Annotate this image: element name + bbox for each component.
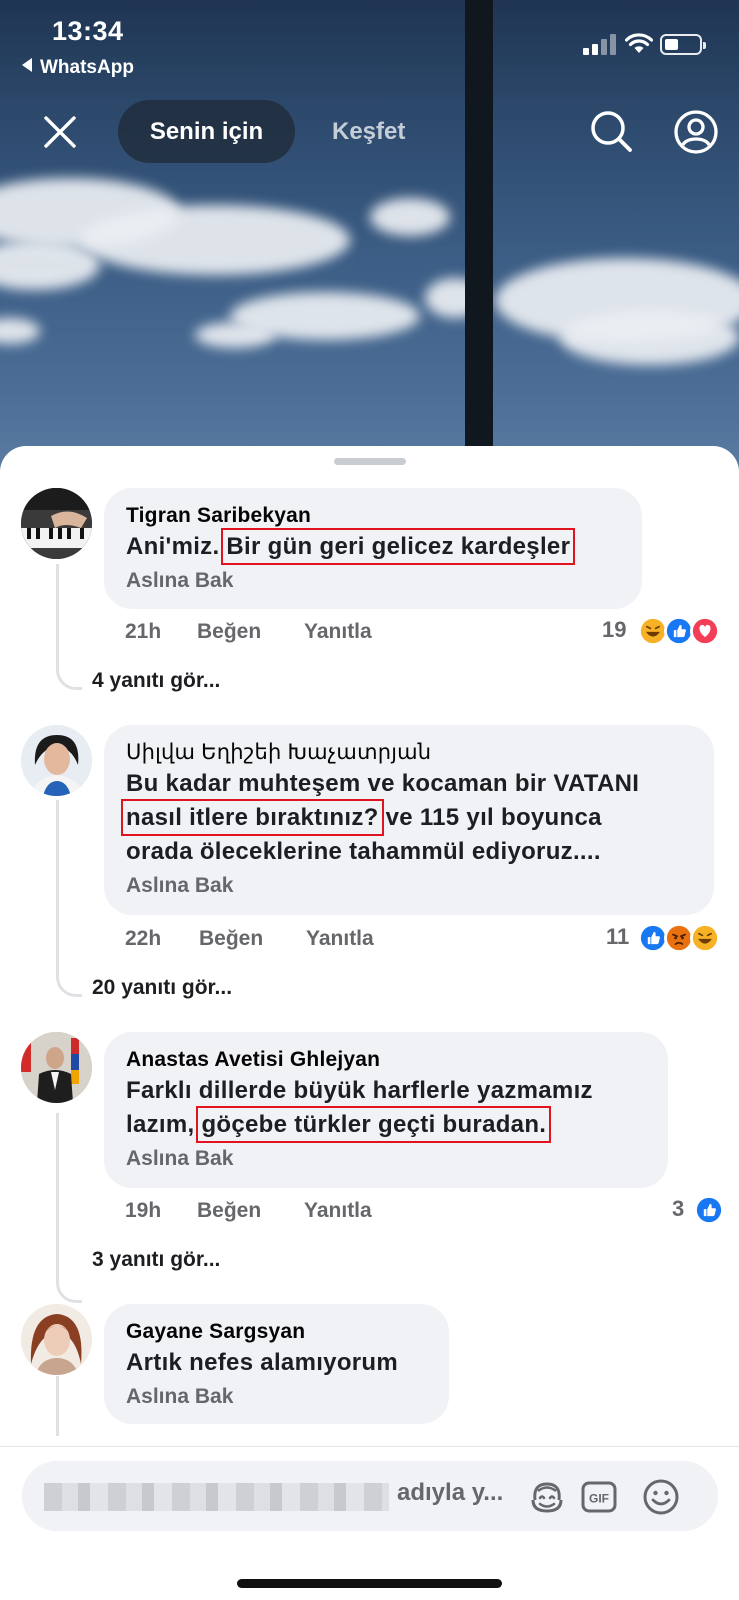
comment-time: 22h [125,927,162,950]
avatar[interactable] [21,1304,92,1375]
highlighted-text: göçebe türkler geçti buradan. [196,1106,552,1143]
blurred-placeholder [44,1483,389,1511]
thread-line [56,800,59,977]
home-indicator[interactable] [237,1579,502,1588]
cloud-shape [560,310,739,365]
comment-author[interactable]: Anastas Avetisi Ghlejyan [126,1046,648,1074]
back-triangle-icon [22,58,32,72]
see-original-link[interactable]: Aslına Bak [126,1382,429,1412]
thread-line [56,1113,59,1283]
comment-text-line: orada öleceklerine tahammül ediyoruz.... [126,838,601,865]
comment-text-plain: Ani'miz. [126,533,227,560]
emoji-icon[interactable] [642,1478,680,1516]
comment-input[interactable]: adıyla y... GIF [22,1461,718,1531]
comment-text-line: nasıl itlere bıraktınız? ve 115 yıl boyu… [121,799,694,836]
see-original-link[interactable]: Aslına Bak [126,1144,648,1174]
avatar-man-photo [21,1032,92,1103]
comment-time: 21h [125,620,162,643]
comment-actions: 22h Beğen Yanıtla [125,927,475,957]
comment-author[interactable]: Gayane Sargsyan [126,1318,429,1346]
reaction-count: 19 [602,617,627,642]
comment-bubble: Սիլվա Եղիշեի Խաչատրյան Bu kadar muhteşem… [104,725,714,915]
wifi-icon [625,33,653,53]
cloud-shape [370,198,450,236]
drag-handle[interactable] [334,458,406,465]
reaction-count: 3 [672,1196,685,1221]
comment-text-line: lazım, göçebe türkler geçti buradan. [126,1106,648,1143]
avatar[interactable] [21,725,92,796]
status-bar: 13:34 WhatsApp [0,0,739,90]
comment-text-line: Farklı dillerde büyük harflerle yazmamız [126,1077,593,1104]
comment-text-line: Bu kadar muhteşem ve kocaman bir VATANI [126,770,640,797]
battery-icon [660,34,706,55]
comment-author[interactable]: Tigran Saribekyan [126,502,622,530]
thread-curve [56,973,82,997]
avatar-woman-photo [21,725,92,796]
comment-actions: 19h Beğen Yanıtla [125,1199,475,1229]
like-button[interactable]: Beğen [199,927,263,951]
reaction-summary[interactable]: 3 [672,1195,732,1227]
comment-actions: 21h Beğen Yanıtla [125,620,475,650]
avatar-woman-photo [21,1304,92,1375]
reply-button[interactable]: Yanıtla [304,620,372,644]
thread-line [56,564,59,670]
thread-curve [56,666,82,690]
cloud-shape [195,322,275,348]
profile-icon[interactable] [672,108,720,156]
avatar[interactable] [21,488,92,559]
tab-for-you[interactable]: Senin için [118,100,295,163]
comment-composer: adıyla y... GIF [0,1446,739,1600]
avatar[interactable] [21,1032,92,1103]
avatar-sticker-icon[interactable] [528,1478,566,1516]
thread-line [56,1376,59,1436]
comment-text: Ani'miz. Bir gün geri gelicez kardeşler [126,528,622,565]
close-icon[interactable] [40,112,80,152]
like-reaction-icon [694,1195,724,1225]
status-time: 13:34 [52,16,124,46]
input-placeholder: adıyla y... [397,1479,504,1506]
see-original-link[interactable]: Aslına Bak [126,566,622,596]
comment-author[interactable]: Սիլվա Եղիշեի Խաչատրյան [126,739,694,767]
love-reaction-icon [690,616,720,646]
signal-icon [583,33,616,55]
back-to-app-link[interactable]: WhatsApp [22,57,134,79]
view-replies-link[interactable]: 20 yanıtı gör... [92,976,232,1000]
tab-explore[interactable]: Keşfet [332,100,405,163]
gif-icon[interactable]: GIF [580,1478,618,1516]
cloud-shape [0,318,40,344]
comment-text-plain: lazım, [126,1111,202,1138]
reaction-count: 11 [606,924,630,949]
comment-bubble: Tigran Saribekyan Ani'miz. Bir gün geri … [104,488,642,609]
view-replies-link[interactable]: 3 yanıtı gör... [92,1248,220,1272]
like-button[interactable]: Beğen [197,620,261,644]
comment-text-plain: ve 115 yıl boyunca [378,804,602,831]
svg-text:GIF: GIF [589,1492,609,1506]
reaction-summary[interactable]: 11 [606,923,726,955]
comment-bubble: Anastas Avetisi Ghlejyan Farklı dillerde… [104,1032,668,1188]
highlighted-text: nasıl itlere bıraktınız? [121,799,384,836]
reply-button[interactable]: Yanıtla [304,1199,372,1223]
cloud-shape [80,205,350,275]
comment-time: 19h [125,1199,162,1222]
comment-text: Artık nefes alamıyorum [126,1349,399,1376]
like-button[interactable]: Beğen [197,1199,261,1223]
see-original-link[interactable]: Aslına Bak [126,871,694,901]
highlighted-text: Bir gün geri gelicez kardeşler [221,528,576,565]
back-app-label: WhatsApp [40,57,134,78]
comment-bubble: Gayane Sargsyan Artık nefes alamıyorum A… [104,1304,449,1424]
view-replies-link[interactable]: 4 yanıtı gör... [92,669,220,693]
thread-curve [56,1279,82,1303]
reply-button[interactable]: Yanıtla [306,927,374,951]
comments-sheet: Tigran Saribekyan Ani'miz. Bir gün geri … [0,446,739,1600]
reaction-summary[interactable]: 19 [602,616,722,648]
search-icon[interactable] [588,108,636,156]
haha-reaction-icon [690,923,720,953]
avatar-piano-photo [21,488,92,559]
